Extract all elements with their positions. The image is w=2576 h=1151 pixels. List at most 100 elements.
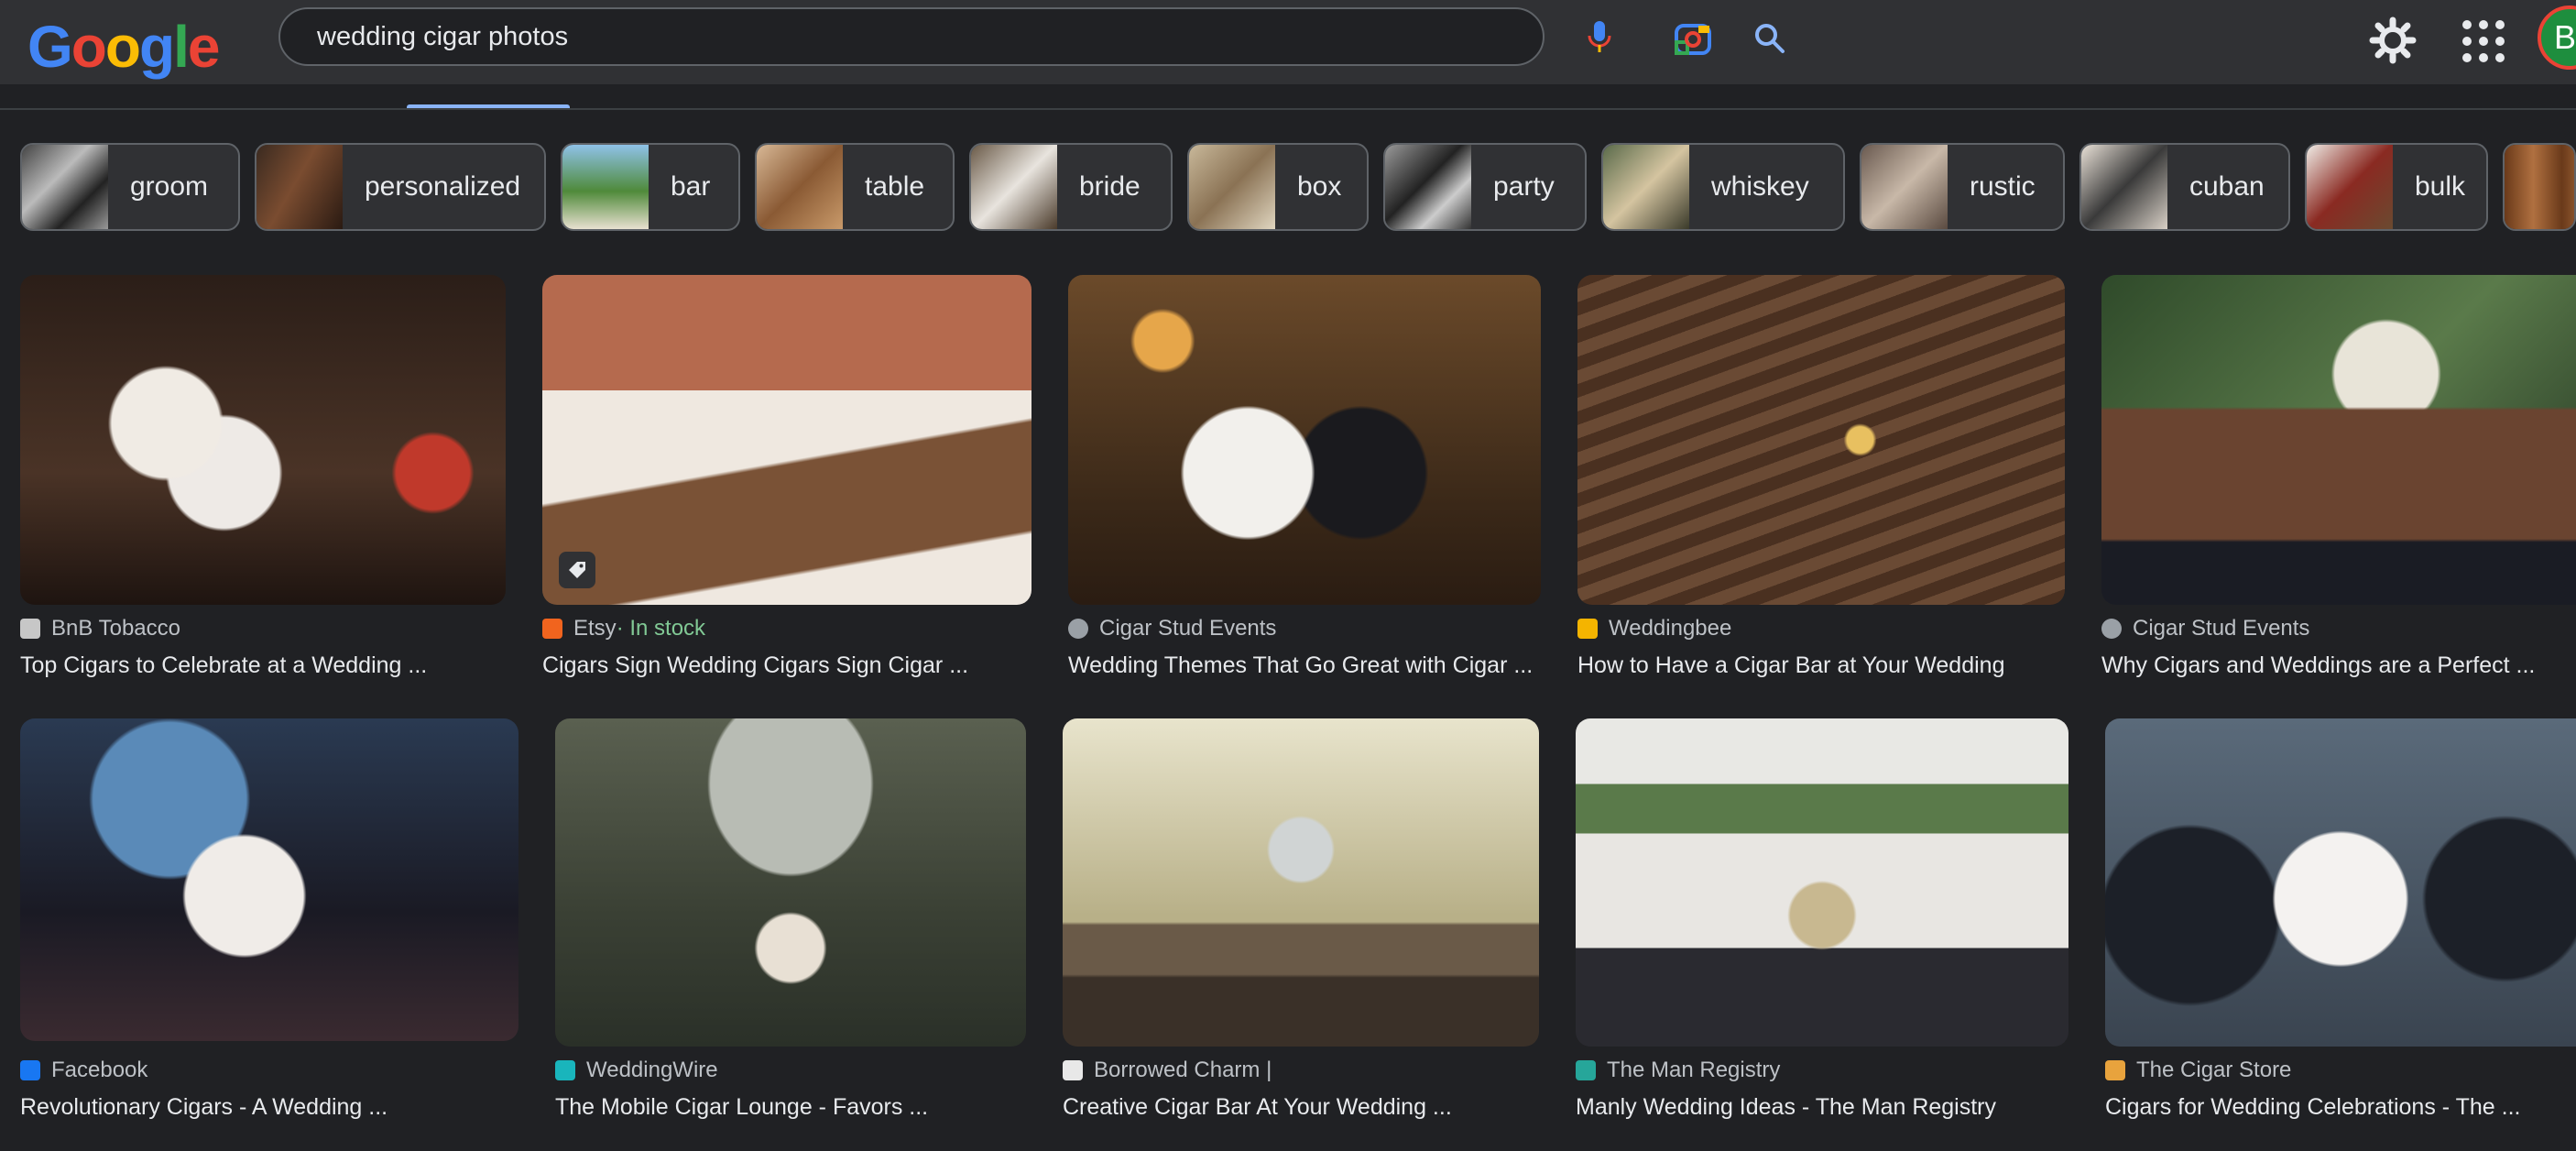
chip-bulk[interactable]: bulk: [2305, 143, 2488, 231]
result-title[interactable]: The Mobile Cigar Lounge - Favors ...: [555, 1094, 928, 1121]
result-source[interactable]: Etsy · In stock: [542, 616, 705, 641]
microphone-icon[interactable]: [1581, 18, 1618, 55]
result-title[interactable]: Why Cigars and Weddings are a Perfect ..…: [2101, 652, 2535, 679]
globe-icon: [1068, 619, 1088, 639]
result-thumbnail[interactable]: [542, 275, 1031, 605]
chip-more[interactable]: [2503, 143, 2576, 231]
result-title[interactable]: Manly Wedding Ideas - The Man Registry: [1576, 1094, 1996, 1121]
logo-letter: G: [27, 14, 73, 80]
source-label: Etsy: [573, 616, 617, 641]
chip-thumbnail: [1385, 145, 1471, 229]
result-thumbnail[interactable]: [2101, 275, 2576, 605]
google-logo[interactable]: Google: [27, 14, 221, 80]
chip-label: personalized: [365, 171, 521, 202]
chip-thumbnail: [1861, 145, 1948, 229]
chip-label: table: [865, 171, 925, 202]
source-label: Cigar Stud Events: [1099, 616, 1277, 641]
chip-thumbnail: [562, 145, 649, 229]
search-box[interactable]: wedding cigar photos: [278, 7, 1785, 66]
header-divider: [0, 108, 2576, 110]
chip-thumbnail: [2505, 145, 2574, 229]
chip-label: bride: [1079, 171, 1141, 202]
chip-personalized[interactable]: personalized: [255, 143, 546, 231]
source-label: BnB Tobacco: [51, 616, 180, 641]
source-label: WeddingWire: [586, 1058, 718, 1082]
source-label: Borrowed Charm |: [1094, 1058, 1272, 1082]
result-title[interactable]: Cigars for Wedding Celebrations - The ..…: [2105, 1094, 2520, 1121]
source-label: Weddingbee: [1609, 616, 1732, 641]
result-source[interactable]: Borrowed Charm |: [1063, 1058, 1272, 1083]
chip-cuban[interactable]: cuban: [2079, 143, 2290, 231]
result-thumbnail[interactable]: [20, 275, 506, 605]
stock-status: · In stock: [616, 616, 706, 641]
chip-thumbnail: [22, 145, 108, 229]
site-favicon-icon: [1577, 619, 1598, 639]
chip-thumbnail: [257, 145, 343, 229]
chip-groom[interactable]: groom: [20, 143, 240, 231]
result-thumbnail[interactable]: [555, 718, 1026, 1047]
search-icon[interactable]: [1750, 18, 1790, 59]
apps-grid-icon[interactable]: [2459, 16, 2508, 66]
account-avatar[interactable]: B: [2538, 5, 2576, 70]
result-title[interactable]: How to Have a Cigar Bar at Your Wedding: [1577, 652, 2004, 679]
logo-letter: e: [187, 14, 221, 80]
result-thumbnail[interactable]: [1068, 275, 1541, 605]
chip-bar[interactable]: bar: [561, 143, 740, 231]
source-label: The Man Registry: [1607, 1058, 1781, 1082]
chip-thumbnail: [757, 145, 843, 229]
result-source[interactable]: The Cigar Store: [2105, 1058, 2291, 1083]
search-input[interactable]: wedding cigar photos: [317, 9, 568, 64]
result-title[interactable]: Top Cigars to Celebrate at a Wedding ...: [20, 652, 427, 679]
price-tag-icon: [559, 552, 595, 588]
top-bar: Google wedding cigar photos B: [0, 0, 2576, 84]
chip-bride[interactable]: bride: [969, 143, 1173, 231]
result-title[interactable]: Creative Cigar Bar At Your Wedding ...: [1063, 1094, 1452, 1121]
chip-thumbnail: [2307, 145, 2393, 229]
chip-label: party: [1493, 171, 1555, 202]
result-title[interactable]: Cigars Sign Wedding Cigars Sign Cigar ..…: [542, 652, 968, 679]
result-source[interactable]: Weddingbee: [1577, 616, 1731, 641]
result-source[interactable]: Cigar Stud Events: [2101, 616, 2309, 641]
chip-thumbnail: [2081, 145, 2167, 229]
result-source[interactable]: BnB Tobacco: [20, 616, 180, 641]
result-title[interactable]: Revolutionary Cigars - A Wedding ...: [20, 1094, 387, 1121]
chip-label: whiskey: [1711, 171, 1809, 202]
chip-thumbnail: [971, 145, 1057, 229]
site-favicon-icon: [2105, 1060, 2125, 1080]
chip-label: cuban: [2189, 171, 2265, 202]
chip-whiskey[interactable]: whiskey: [1601, 143, 1845, 231]
chip-box[interactable]: box: [1187, 143, 1369, 231]
logo-letter: l: [173, 14, 190, 80]
chip-party[interactable]: party: [1383, 143, 1587, 231]
result-thumbnail[interactable]: [2105, 718, 2576, 1047]
chip-label: groom: [130, 171, 209, 202]
result-source[interactable]: Cigar Stud Events: [1068, 616, 1276, 641]
result-source[interactable]: The Man Registry: [1576, 1058, 1780, 1083]
source-label: Facebook: [51, 1058, 148, 1082]
chip-label: bar: [671, 171, 711, 202]
site-favicon-icon: [542, 619, 562, 639]
result-source[interactable]: WeddingWire: [555, 1058, 718, 1083]
result-thumbnail[interactable]: [1577, 275, 2065, 605]
site-favicon-icon: [20, 1060, 40, 1080]
camera-lens-icon[interactable]: [1673, 18, 1713, 59]
globe-icon: [2101, 619, 2122, 639]
source-label: Cigar Stud Events: [2133, 616, 2310, 641]
result-source[interactable]: Facebook: [20, 1058, 147, 1083]
logo-letter: g: [138, 14, 175, 80]
chip-thumbnail: [1189, 145, 1275, 229]
logo-letter: o: [71, 14, 107, 80]
result-thumbnail[interactable]: [1063, 718, 1539, 1047]
result-thumbnail[interactable]: [20, 718, 518, 1041]
source-label: The Cigar Store: [2136, 1058, 2292, 1082]
chip-rustic[interactable]: rustic: [1860, 143, 2065, 231]
result-title[interactable]: Wedding Themes That Go Great with Cigar …: [1068, 652, 1533, 679]
chip-thumbnail: [1603, 145, 1689, 229]
settings-gear-icon[interactable]: [2367, 15, 2418, 66]
result-thumbnail[interactable]: [1576, 718, 2068, 1047]
site-favicon-icon: [20, 619, 40, 639]
chip-table[interactable]: table: [755, 143, 955, 231]
site-favicon-icon: [1063, 1060, 1083, 1080]
site-favicon-icon: [555, 1060, 575, 1080]
chip-label: bulk: [2415, 171, 2466, 202]
